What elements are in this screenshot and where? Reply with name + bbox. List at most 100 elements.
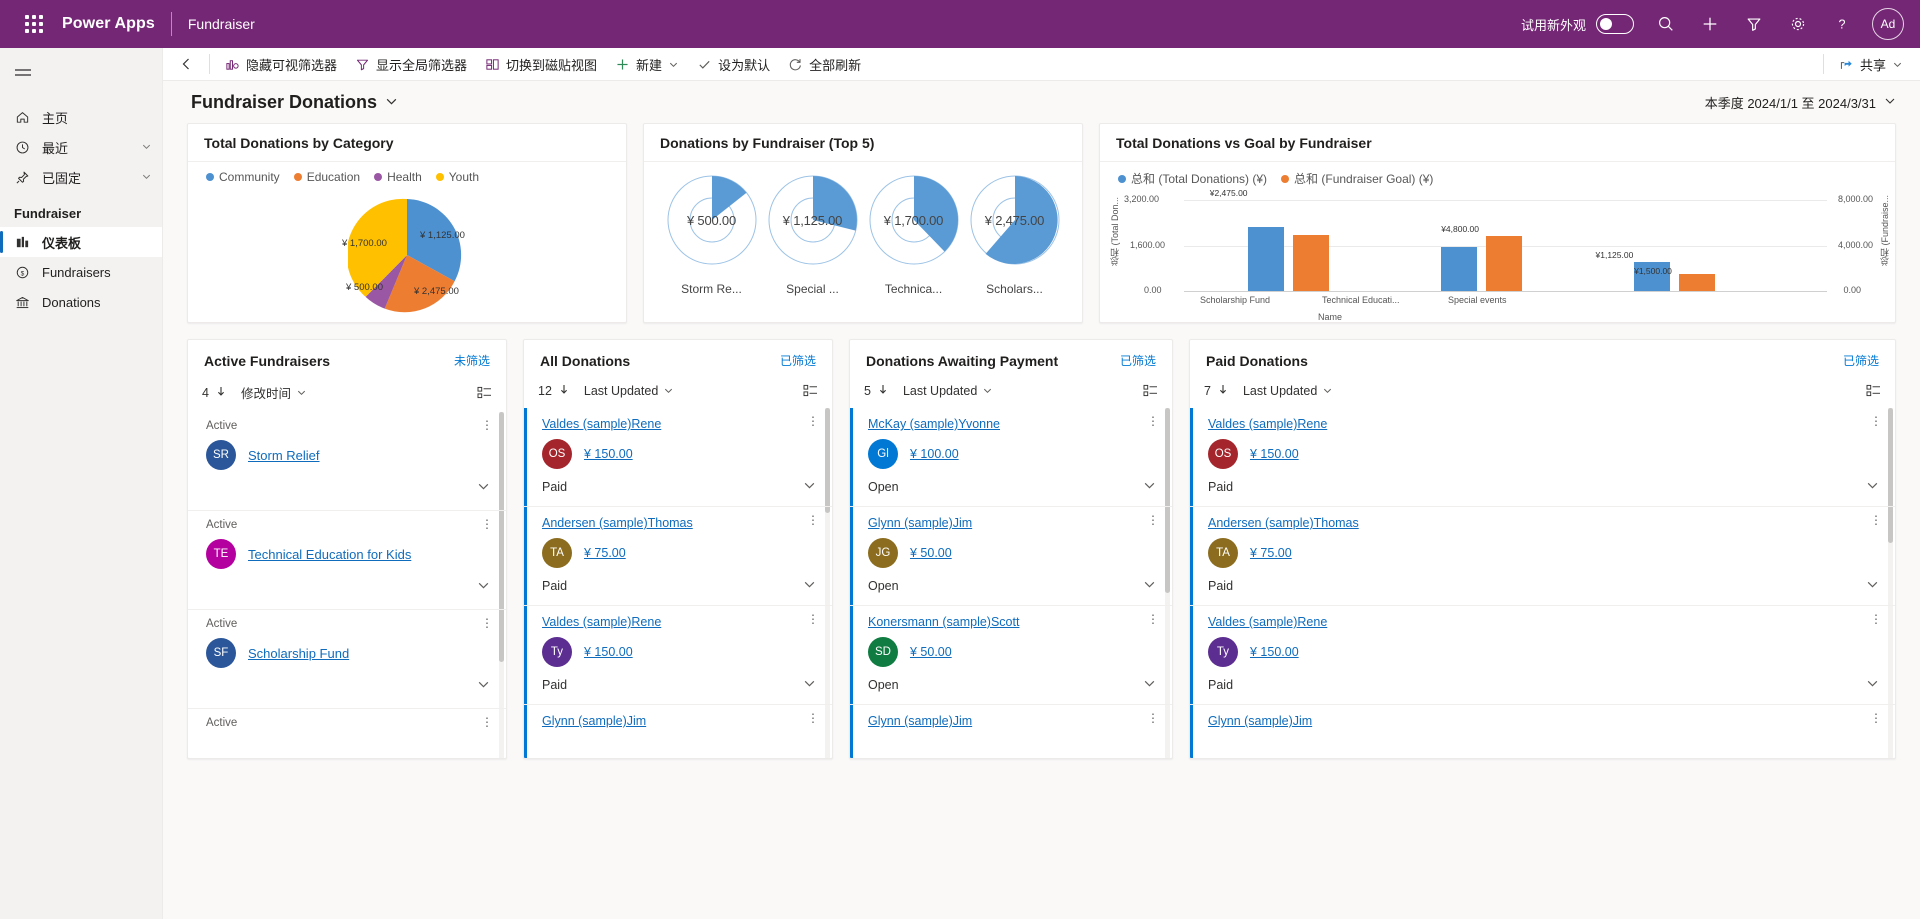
chevron-down-icon[interactable] [803, 578, 816, 594]
chevron-down-icon[interactable] [1143, 677, 1156, 693]
list-item[interactable]: ⋮ Active TE Technical Education for Kids [188, 511, 506, 610]
legend-item[interactable]: Community [206, 170, 280, 184]
donut-item[interactable]: ¥ 1,125.00 Special ... [762, 172, 863, 296]
chevron-down-icon[interactable] [1866, 677, 1879, 693]
chevron-down-icon[interactable] [385, 92, 398, 113]
list-filter-status[interactable]: 已筛选 [1120, 352, 1156, 369]
chevron-down-icon[interactable] [803, 479, 816, 495]
list-body[interactable]: ⋮ McKay (sample)Yvonne Gl ¥ 100.00 Open [850, 408, 1172, 758]
chevron-down-icon[interactable] [1884, 95, 1896, 110]
list-item[interactable]: ⋮ Valdes (sample)Rene Ty ¥ 150.00 Paid [524, 606, 832, 705]
chevron-down-icon[interactable] [1866, 479, 1879, 495]
item-amount[interactable]: ¥ 150.00 [1250, 447, 1299, 461]
item-amount[interactable]: ¥ 150.00 [584, 447, 633, 461]
list-view-options-icon[interactable] [1866, 384, 1881, 397]
legend-item[interactable]: Health [374, 170, 422, 184]
bar-goal-technical[interactable] [1486, 236, 1523, 291]
list-item[interactable]: ⋮ Valdes (sample)Rene OS ¥ 150.00 Paid [524, 408, 832, 507]
more-options-icon[interactable]: ⋮ [1870, 514, 1883, 526]
command-switch-to-tile-view[interactable]: 切换到磁贴视图 [476, 50, 606, 78]
item-link[interactable]: Konersmann (sample)Scott [868, 615, 1019, 629]
donut-technical-education[interactable]: ¥ 1,700.00 [866, 172, 962, 268]
list-filter-status[interactable]: 已筛选 [780, 352, 816, 369]
list-sort-selector[interactable]: 修改时间 [241, 383, 307, 402]
list-item[interactable]: ⋮ Konersmann (sample)Scott SD ¥ 50.00 Op… [850, 606, 1172, 705]
bar-goal-scholarship[interactable] [1293, 234, 1330, 291]
list-item[interactable]: ⋮ Glynn (sample)Jim JG ¥ 50.00 Open [850, 507, 1172, 606]
more-options-icon[interactable]: ⋮ [1147, 613, 1160, 625]
help-icon[interactable]: ? [1822, 4, 1862, 44]
list-item[interactable]: ⋮ Glynn (sample)Jim [850, 705, 1172, 758]
item-link[interactable]: McKay (sample)Yvonne [868, 417, 1000, 431]
more-options-icon[interactable]: ⋮ [1870, 712, 1883, 724]
chevron-down-icon[interactable] [141, 140, 152, 155]
gear-icon[interactable] [1778, 4, 1818, 44]
chevron-down-icon[interactable] [477, 678, 490, 694]
donut-item[interactable]: ¥ 1,700.00 Technica... [863, 172, 964, 296]
item-link[interactable]: Glynn (sample)Jim [1208, 714, 1312, 728]
item-link[interactable]: Andersen (sample)Thomas [542, 516, 693, 530]
more-options-icon[interactable]: ⋮ [1147, 514, 1160, 526]
item-amount[interactable]: ¥ 100.00 [910, 447, 959, 461]
list-sort-selector[interactable]: Last Updated [903, 384, 993, 398]
list-item[interactable]: ⋮ Active [188, 709, 506, 758]
sort-direction-icon[interactable] [877, 383, 889, 398]
sidebar-item-fundraisers[interactable]: $ Fundraisers [0, 257, 162, 287]
item-link[interactable]: Valdes (sample)Rene [1208, 615, 1327, 629]
waffle-menu-icon[interactable] [16, 6, 52, 42]
chevron-down-icon[interactable] [477, 480, 490, 496]
item-link[interactable]: Glynn (sample)Jim [868, 516, 972, 530]
list-view-options-icon[interactable] [1143, 384, 1158, 397]
sidebar-item-pinned[interactable]: 已固定 [0, 162, 162, 192]
command-new[interactable]: 新建 [606, 50, 688, 78]
bar-goal-special[interactable] [1679, 273, 1716, 291]
command-share[interactable]: 共享 [1830, 50, 1912, 78]
list-view-options-icon[interactable] [477, 386, 492, 399]
chevron-down-icon[interactable] [803, 677, 816, 693]
new-record-plus-icon[interactable] [1690, 4, 1730, 44]
command-show-global-filters[interactable]: 显示全局筛选器 [346, 50, 476, 78]
item-amount[interactable]: ¥ 150.00 [584, 645, 633, 659]
more-options-icon[interactable]: ⋮ [1870, 415, 1883, 427]
avatar[interactable]: Ad [1872, 8, 1904, 40]
legend-item[interactable]: Youth [435, 170, 479, 184]
bar-total-scholarship[interactable] [1248, 227, 1285, 291]
command-set-as-default[interactable]: 设为默认 [688, 50, 779, 78]
pie-chart[interactable]: Community Education Health Youth ¥ 1,125… [188, 162, 626, 322]
item-link[interactable]: Valdes (sample)Rene [542, 615, 661, 629]
list-body[interactable]: ⋮ Active SR Storm Relief ⋮ Active TE Tec… [188, 412, 506, 758]
chevron-down-icon[interactable] [668, 59, 679, 70]
item-link[interactable]: Andersen (sample)Thomas [1208, 516, 1359, 530]
list-item[interactable]: ⋮ McKay (sample)Yvonne Gl ¥ 100.00 Open [850, 408, 1172, 507]
filter-funnel-icon[interactable] [1734, 4, 1774, 44]
more-options-icon[interactable]: ⋮ [807, 514, 820, 526]
more-options-icon[interactable]: ⋮ [481, 518, 494, 530]
donut-item[interactable]: ¥ 500.00 Storm Re... [661, 172, 762, 296]
list-item[interactable]: ⋮ Valdes (sample)Rene Ty ¥ 150.00 Paid [1190, 606, 1895, 705]
sidebar-item-recent[interactable]: 最近 [0, 132, 162, 162]
date-range-selector[interactable]: 本季度 2024/1/1 至 2024/3/31 [1705, 93, 1896, 112]
more-options-icon[interactable]: ⋮ [481, 716, 494, 728]
item-link[interactable]: Technical Education for Kids [248, 547, 411, 562]
chevron-down-icon[interactable] [141, 170, 152, 185]
donut-special-events[interactable]: ¥ 1,125.00 [765, 172, 861, 268]
item-amount[interactable]: ¥ 150.00 [1250, 645, 1299, 659]
item-link[interactable]: Scholarship Fund [248, 646, 349, 661]
app-name[interactable]: Fundraiser [188, 16, 255, 32]
legend-item[interactable]: Education [293, 170, 360, 184]
item-amount[interactable]: ¥ 75.00 [1250, 546, 1292, 560]
list-item[interactable]: ⋮ Valdes (sample)Rene OS ¥ 150.00 Paid [1190, 408, 1895, 507]
chevron-down-icon[interactable] [1866, 578, 1879, 594]
item-link[interactable]: Glynn (sample)Jim [868, 714, 972, 728]
more-options-icon[interactable]: ⋮ [807, 712, 820, 724]
list-body[interactable]: ⋮ Valdes (sample)Rene OS ¥ 150.00 Paid ⋮… [524, 408, 832, 758]
command-refresh-all[interactable]: 全部刷新 [779, 50, 870, 78]
bar-total-technical[interactable] [1441, 247, 1478, 291]
page-title-selector[interactable]: Fundraiser Donations [191, 92, 398, 113]
sort-direction-icon[interactable] [215, 385, 227, 400]
donut-item[interactable]: ¥ 2,475.00 Scholars... [964, 172, 1065, 296]
donut-chart-group[interactable]: ¥ 500.00 Storm Re... ¥ 1,125.00 Special … [644, 162, 1082, 322]
donut-scholarship-fund[interactable]: ¥ 2,475.00 [967, 172, 1063, 268]
more-options-icon[interactable]: ⋮ [1147, 712, 1160, 724]
chevron-down-icon[interactable] [1143, 578, 1156, 594]
